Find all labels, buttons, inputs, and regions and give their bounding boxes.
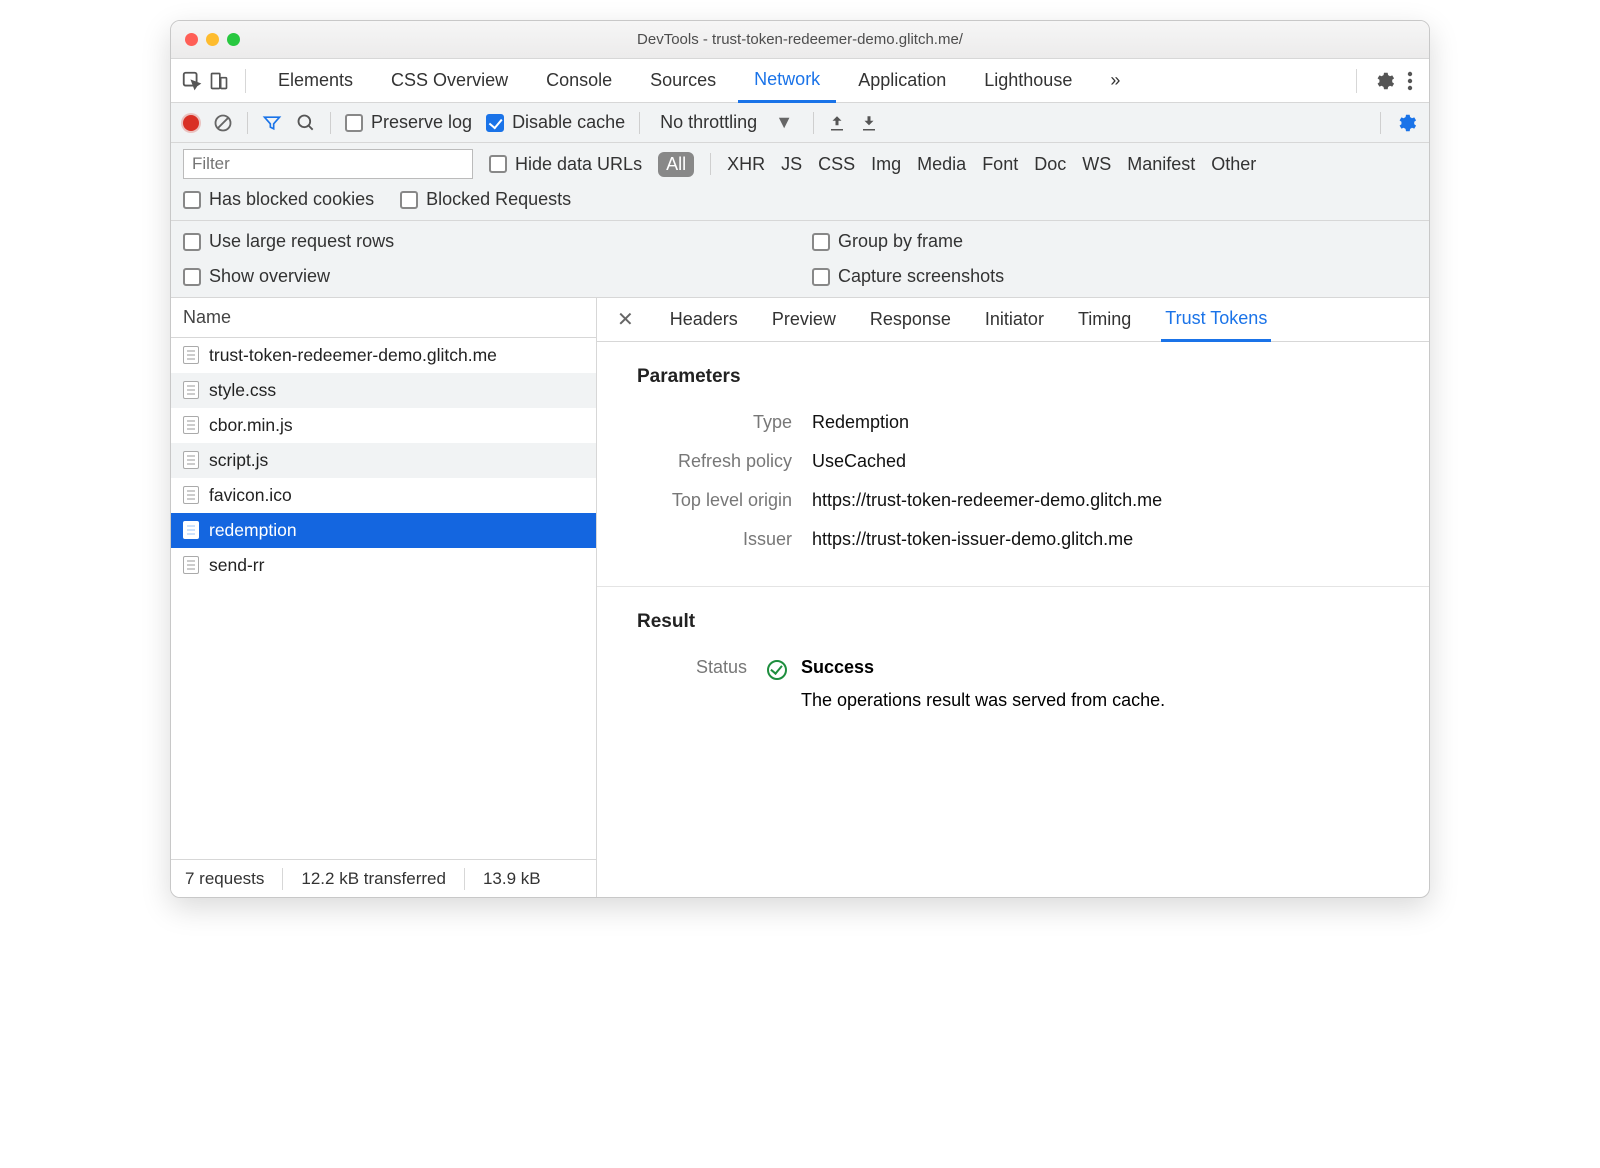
download-icon[interactable]: [860, 114, 878, 132]
filter-xhr[interactable]: XHR: [727, 154, 765, 175]
capture-screenshots-checkbox[interactable]: Capture screenshots: [812, 266, 1417, 287]
file-icon: [183, 486, 199, 504]
tab-elements[interactable]: Elements: [262, 59, 369, 103]
filter-icon[interactable]: [262, 113, 282, 133]
requests-header: Name: [171, 298, 596, 338]
blocked-requests-checkbox[interactable]: Blocked Requests: [400, 189, 571, 210]
tab-application[interactable]: Application: [842, 59, 962, 103]
devtools-window: DevTools - trust-token-redeemer-demo.gli…: [170, 20, 1430, 898]
filter-font[interactable]: Font: [982, 154, 1018, 175]
detail-body: Parameters TypeRedemption Refresh policy…: [597, 342, 1429, 897]
detail-tab-headers[interactable]: Headers: [666, 298, 742, 342]
request-row[interactable]: style.css: [171, 373, 596, 408]
hide-data-urls-checkbox[interactable]: Hide data URLs: [489, 154, 642, 175]
detail-tab-trust-tokens[interactable]: Trust Tokens: [1161, 298, 1271, 342]
show-overview-checkbox[interactable]: Show overview: [183, 266, 788, 287]
result-title: Result: [637, 611, 1389, 633]
panel-tabs: Elements CSS Overview Console Sources Ne…: [171, 59, 1429, 103]
request-row[interactable]: trust-token-redeemer-demo.glitch.me: [171, 338, 596, 373]
filter-input[interactable]: [183, 149, 473, 179]
inspect-element-icon[interactable]: [181, 70, 203, 92]
request-list: trust-token-redeemer-demo.glitch.me styl…: [171, 338, 596, 859]
status-requests: 7 requests: [185, 869, 264, 889]
request-row[interactable]: cbor.min.js: [171, 408, 596, 443]
param-row: Refresh policyUseCached: [637, 451, 1389, 472]
file-icon: [183, 556, 199, 574]
detail-tabs: ✕ Headers Preview Response Initiator Tim…: [597, 298, 1429, 342]
file-icon: [183, 381, 199, 399]
detail-tab-timing[interactable]: Timing: [1074, 298, 1135, 342]
file-icon: [183, 521, 199, 539]
detail-panel: ✕ Headers Preview Response Initiator Tim…: [597, 298, 1429, 897]
request-row[interactable]: script.js: [171, 443, 596, 478]
result-section: Result Status Success The operations res…: [597, 587, 1429, 747]
tab-lighthouse[interactable]: Lighthouse: [968, 59, 1088, 103]
detail-tab-initiator[interactable]: Initiator: [981, 298, 1048, 342]
filter-css[interactable]: CSS: [818, 154, 855, 175]
file-icon: [183, 416, 199, 434]
filter-all[interactable]: All: [658, 152, 694, 177]
tab-css-overview[interactable]: CSS Overview: [375, 59, 524, 103]
request-row[interactable]: favicon.ico: [171, 478, 596, 513]
titlebar: DevTools - trust-token-redeemer-demo.gli…: [171, 21, 1429, 59]
tabs-overflow[interactable]: »: [1094, 59, 1136, 103]
chevron-down-icon: ▼: [775, 112, 793, 133]
close-icon[interactable]: [185, 33, 198, 46]
network-toolbar: Preserve log Disable cache No throttling…: [171, 103, 1429, 143]
filter-ws[interactable]: WS: [1082, 154, 1111, 175]
parameters-title: Parameters: [637, 366, 1389, 388]
tab-console[interactable]: Console: [530, 59, 628, 103]
request-row[interactable]: send-rr: [171, 548, 596, 583]
param-row: TypeRedemption: [637, 412, 1389, 433]
requests-panel: Name trust-token-redeemer-demo.glitch.me…: [171, 298, 597, 897]
result-row: Status Success The operations result was…: [637, 657, 1389, 711]
minimize-icon[interactable]: [206, 33, 219, 46]
filter-js[interactable]: JS: [781, 154, 802, 175]
param-row: Top level originhttps://trust-token-rede…: [637, 490, 1389, 511]
zoom-icon[interactable]: [227, 33, 240, 46]
request-row-selected[interactable]: redemption: [171, 513, 596, 548]
success-check-icon: [767, 660, 787, 680]
upload-icon[interactable]: [828, 114, 846, 132]
filter-doc[interactable]: Doc: [1034, 154, 1066, 175]
record-icon[interactable]: [183, 115, 199, 131]
separator: [1356, 69, 1357, 93]
status-transferred: 12.2 kB transferred: [301, 869, 446, 889]
traffic-lights: [185, 33, 240, 46]
kebab-menu-icon[interactable]: [1401, 70, 1419, 92]
filter-other[interactable]: Other: [1211, 154, 1256, 175]
status-size: 13.9 kB: [483, 869, 541, 889]
gear-icon[interactable]: [1373, 70, 1395, 92]
tab-network[interactable]: Network: [738, 59, 836, 103]
main-split: Name trust-token-redeemer-demo.glitch.me…: [171, 298, 1429, 897]
disable-cache-checkbox[interactable]: Disable cache: [486, 112, 625, 133]
detail-tab-response[interactable]: Response: [866, 298, 955, 342]
tab-sources[interactable]: Sources: [634, 59, 732, 103]
preserve-log-checkbox[interactable]: Preserve log: [345, 112, 472, 133]
status-value: Success: [801, 657, 1165, 678]
close-detail-icon[interactable]: ✕: [611, 307, 640, 332]
has-blocked-cookies-checkbox[interactable]: Has blocked cookies: [183, 189, 374, 210]
clear-icon[interactable]: [213, 113, 233, 133]
use-large-rows-checkbox[interactable]: Use large request rows: [183, 231, 788, 252]
window-title: DevTools - trust-token-redeemer-demo.gli…: [171, 31, 1429, 48]
filter-manifest[interactable]: Manifest: [1127, 154, 1195, 175]
group-by-frame-checkbox[interactable]: Group by frame: [812, 231, 1417, 252]
detail-tab-preview[interactable]: Preview: [768, 298, 840, 342]
filter-bar: Hide data URLs All XHR JS CSS Img Media …: [171, 143, 1429, 221]
status-bar: 7 requests 12.2 kB transferred 13.9 kB: [171, 859, 596, 897]
param-row: Issuerhttps://trust-token-issuer-demo.gl…: [637, 529, 1389, 550]
search-icon[interactable]: [296, 113, 316, 133]
filter-img[interactable]: Img: [871, 154, 901, 175]
parameters-section: Parameters TypeRedemption Refresh policy…: [597, 342, 1429, 587]
file-icon: [183, 346, 199, 364]
filter-media[interactable]: Media: [917, 154, 966, 175]
status-description: The operations result was served from ca…: [801, 690, 1165, 711]
network-settings-gear-icon[interactable]: [1395, 112, 1417, 134]
file-icon: [183, 451, 199, 469]
throttling-select[interactable]: No throttling ▼: [654, 110, 799, 135]
network-options: Use large request rows Show overview Gro…: [171, 221, 1429, 298]
device-toolbar-icon[interactable]: [209, 70, 229, 92]
separator: [245, 69, 246, 93]
